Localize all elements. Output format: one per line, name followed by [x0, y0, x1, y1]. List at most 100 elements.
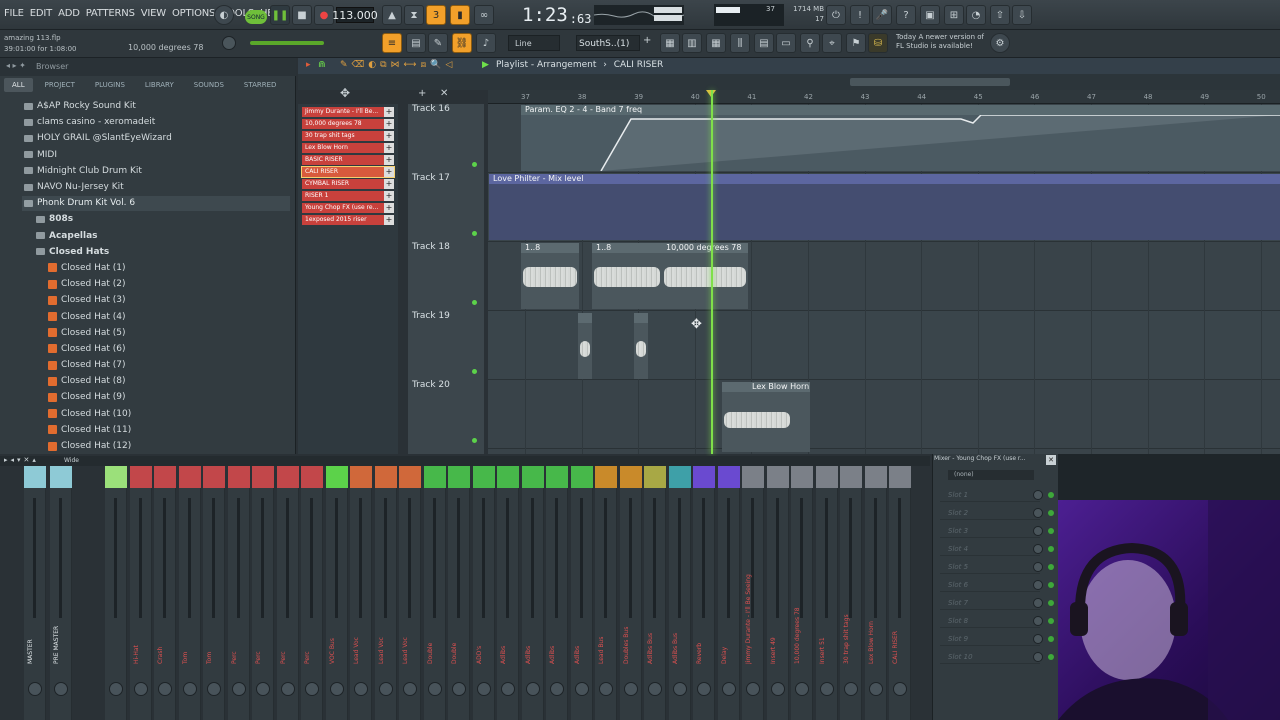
- pattern-item[interactable]: CALI RISER +: [301, 166, 395, 178]
- channel-pan-knob[interactable]: [109, 682, 123, 696]
- pattern-item[interactable]: 30 trap shit tags +: [302, 131, 394, 141]
- mixer-channel[interactable]: Lead Voc: [374, 466, 397, 720]
- browser-folder[interactable]: A$AP Rocky Sound Kit: [24, 98, 294, 114]
- mixer-channel[interactable]: Lex Blow Horn: [864, 466, 887, 720]
- pattern-item[interactable]: RISER 1 +: [302, 191, 394, 201]
- browser-tab-all[interactable]: ALL: [4, 78, 33, 92]
- channel-pan-knob[interactable]: [599, 682, 613, 696]
- add-pattern-icon[interactable]: +: [384, 107, 394, 117]
- track-name[interactable]: Track 20: [412, 380, 450, 390]
- browser-folder[interactable]: 808s: [24, 211, 294, 227]
- slot-mix-knob[interactable]: [1033, 580, 1043, 590]
- song-mode-toggle[interactable]: SONG: [245, 10, 267, 24]
- pattern-item[interactable]: BASIC RISER +: [302, 155, 394, 165]
- playlist-play-icon[interactable]: ▶: [482, 60, 489, 70]
- slot-mix-knob[interactable]: [1033, 526, 1043, 536]
- step-seq-icon[interactable]: ▥: [682, 33, 702, 53]
- channel-pan-knob[interactable]: [795, 682, 809, 696]
- channel-pan-knob[interactable]: [378, 682, 393, 696]
- mixer-channel[interactable]: MASTER: [24, 466, 46, 720]
- channel-pan-knob[interactable]: [231, 682, 246, 696]
- track-enable-icon[interactable]: [472, 162, 477, 167]
- browser-tab-project[interactable]: PROJECT: [37, 78, 83, 92]
- mic-icon[interactable]: 🎤: [872, 5, 892, 25]
- insert-slot[interactable]: Slot 7: [940, 596, 1040, 610]
- slot-mix-knob[interactable]: [1033, 652, 1043, 662]
- channel-pan-knob[interactable]: [280, 682, 295, 696]
- magnet-icon[interactable]: ⋒: [318, 60, 326, 70]
- add-pattern-icon[interactable]: +: [643, 35, 651, 46]
- mixer-layout-label[interactable]: Wide: [64, 457, 79, 464]
- mixer-channel[interactable]: Adlibs: [497, 466, 519, 720]
- mixer-channel[interactable]: Adlibs: [521, 466, 544, 720]
- channel-pan-knob[interactable]: [746, 682, 760, 696]
- channel-pan-knob[interactable]: [623, 682, 638, 696]
- playlist-tools-icon[interactable]: ✎⌫◐⧉⋈⟷⧈🔍◁: [340, 60, 456, 70]
- mixer-channel[interactable]: Doubles Bus: [619, 466, 642, 720]
- plugin-icon[interactable]: ⚲: [800, 33, 820, 53]
- pattern-item[interactable]: Jimmy Durante - I'll Be... +: [302, 107, 394, 117]
- audio-clip-3[interactable]: 10,000 degrees 78: [662, 243, 748, 309]
- browser-file[interactable]: Closed Hat (3): [24, 292, 294, 308]
- mixer-channel[interactable]: CALI RISER: [889, 466, 911, 720]
- channel-pan-knob[interactable]: [893, 682, 907, 696]
- insert-slot[interactable]: Slot 9: [940, 632, 1040, 646]
- close-pattern-icon[interactable]: ✕: [440, 88, 448, 99]
- slot-mix-knob[interactable]: [1033, 616, 1043, 626]
- channel-pan-knob[interactable]: [133, 682, 148, 696]
- mixer-channel[interactable]: Lead Bus: [595, 466, 617, 720]
- slot-enable-icon[interactable]: [1048, 582, 1054, 588]
- mixer-channel[interactable]: Perc: [276, 466, 299, 720]
- slot-enable-icon[interactable]: [1048, 618, 1054, 624]
- channel-pan-knob[interactable]: [819, 682, 834, 696]
- insert-slot[interactable]: Slot 6: [940, 578, 1040, 592]
- insert-slot[interactable]: Slot 1: [940, 488, 1040, 502]
- slot-mix-knob[interactable]: [1033, 562, 1043, 572]
- mixer-channel[interactable]: Tom: [178, 466, 201, 720]
- mixer-channel[interactable]: Adlibs: [546, 466, 568, 720]
- riser-clip-1[interactable]: [578, 313, 592, 379]
- close-mixer-icon[interactable]: ✕: [1046, 455, 1056, 465]
- add-pattern-icon[interactable]: +: [384, 155, 394, 165]
- mix-level-clip[interactable]: Love Philter - Mix level: [489, 174, 1280, 240]
- mixer-channel[interactable]: Lead Voc: [350, 466, 372, 720]
- slot-mix-knob[interactable]: [1033, 598, 1043, 608]
- insert-slot[interactable]: Slot 3: [940, 524, 1040, 538]
- insert-slot[interactable]: Slot 8: [940, 614, 1040, 628]
- download-icon[interactable]: ⇩: [1012, 5, 1032, 25]
- power-icon[interactable]: ⏻: [826, 5, 846, 25]
- add-pattern-icon[interactable]: +: [384, 131, 394, 141]
- track-enable-icon[interactable]: [472, 231, 477, 236]
- browser-folder[interactable]: HOLY GRAIL @SlantEyeWizard: [24, 130, 294, 146]
- channel-pan-knob[interactable]: [354, 682, 368, 696]
- help-icon[interactable]: ?: [896, 5, 916, 25]
- mixer-channel[interactable]: VOC Bus: [325, 466, 348, 720]
- channel-pan-knob[interactable]: [501, 682, 515, 696]
- insert-input-selector[interactable]: (none): [948, 470, 1034, 480]
- channel-pan-knob[interactable]: [182, 682, 197, 696]
- browser-folder[interactable]: MIDI: [24, 147, 294, 163]
- audio-clip-2[interactable]: 1..8: [592, 243, 662, 309]
- browser-tab-sounds[interactable]: SOUNDS: [186, 78, 232, 92]
- add-pattern-icon[interactable]: +: [384, 179, 394, 189]
- wait-input-icon[interactable]: ⧗: [404, 5, 424, 25]
- playhead[interactable]: [711, 90, 713, 454]
- track-enable-icon[interactable]: [472, 300, 477, 305]
- master-pitch-icon[interactable]: ◐: [214, 5, 234, 25]
- channel-pan-knob[interactable]: [329, 682, 344, 696]
- save-icon[interactable]: ▣: [920, 5, 940, 25]
- pencil-icon[interactable]: ✎: [428, 33, 448, 53]
- track-name[interactable]: Track 19: [412, 311, 450, 321]
- mixer-channel[interactable]: Insert 49: [766, 466, 789, 720]
- browser-file[interactable]: Closed Hat (4): [24, 308, 294, 324]
- browser-folder[interactable]: Phonk Drum Kit Vol. 6: [24, 195, 294, 211]
- playlist-icon[interactable]: ≡: [382, 33, 402, 53]
- channel-pan-knob[interactable]: [256, 682, 270, 696]
- browser-arrows-icon[interactable]: ◂ ▸ ✦: [6, 61, 26, 70]
- insert-slot[interactable]: Slot 2: [940, 506, 1040, 520]
- mixer-channel[interactable]: PRE MASTER: [50, 466, 72, 720]
- browser-tab-library[interactable]: LIBRARY: [137, 78, 182, 92]
- piano-roll-icon[interactable]: ▤: [406, 33, 426, 53]
- menu-view[interactable]: VIEW: [141, 8, 166, 19]
- mixer-channel[interactable]: Perc: [301, 466, 323, 720]
